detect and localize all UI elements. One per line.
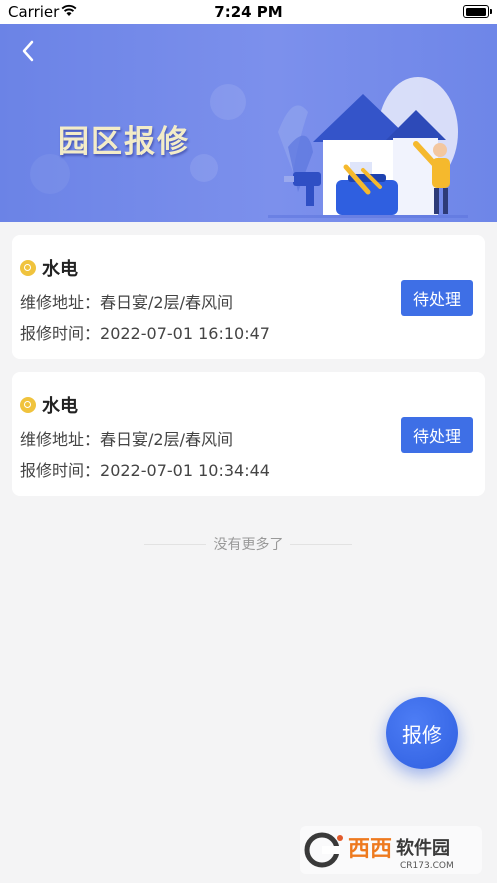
repair-house-illustration — [268, 77, 468, 218]
category-row: 水电 — [20, 255, 78, 281]
wrench-badge-icon — [20, 397, 36, 413]
status-pending-button[interactable]: 待处理 — [401, 417, 473, 453]
address-label: 维修地址： — [20, 430, 101, 449]
repair-card[interactable]: 水电 维修地址：春日宴/2层/春风间 报修时间：2022-07-01 10:34… — [12, 372, 485, 496]
svg-text:CR173.COM: CR173.COM — [400, 861, 454, 871]
battery-icon — [463, 5, 492, 18]
new-repair-fab[interactable]: 报修 — [386, 697, 458, 769]
wrench-badge-icon — [20, 260, 36, 276]
clock: 7:24 PM — [214, 3, 283, 21]
address-value: 春日宴/2层/春风间 — [100, 430, 233, 449]
repair-card[interactable]: 水电 维修地址：春日宴/2层/春风间 报修时间：2022-07-01 16:10… — [12, 235, 485, 359]
divider — [144, 544, 206, 545]
address-label: 维修地址： — [20, 293, 101, 312]
time-label: 报修时间： — [20, 324, 101, 343]
time-value: 2022-07-01 10:34:44 — [100, 461, 270, 480]
time-row: 报修时间：2022-07-01 10:34:44 — [20, 457, 270, 481]
divider — [290, 544, 352, 545]
time-row: 报修时间：2022-07-01 16:10:47 — [20, 320, 270, 344]
time-label: 报修时间： — [20, 461, 101, 480]
list-end-notice: 没有更多了 — [0, 534, 497, 554]
category-row: 水电 — [20, 392, 78, 418]
category-label: 水电 — [42, 259, 78, 280]
svg-text:软件园: 软件园 — [396, 837, 450, 859]
svg-text:西西: 西西 — [348, 837, 392, 862]
address-value: 春日宴/2层/春风间 — [100, 293, 233, 312]
no-more-text: 没有更多了 — [213, 537, 284, 553]
address-row: 维修地址：春日宴/2层/春风间 — [20, 426, 233, 450]
page-title: 园区报修 — [58, 124, 190, 160]
status-pending-button[interactable]: 待处理 — [401, 280, 473, 316]
site-watermark-logo: 西西 软件园 CR173.COM — [300, 826, 482, 874]
header-banner: 园区报修 — [0, 24, 497, 222]
address-row: 维修地址：春日宴/2层/春风间 — [20, 289, 233, 313]
category-label: 水电 — [42, 396, 78, 417]
time-value: 2022-07-01 16:10:47 — [100, 324, 270, 343]
status-bar: Carrier 7:24 PM — [0, 0, 497, 24]
back-chevron-icon[interactable] — [14, 36, 44, 66]
